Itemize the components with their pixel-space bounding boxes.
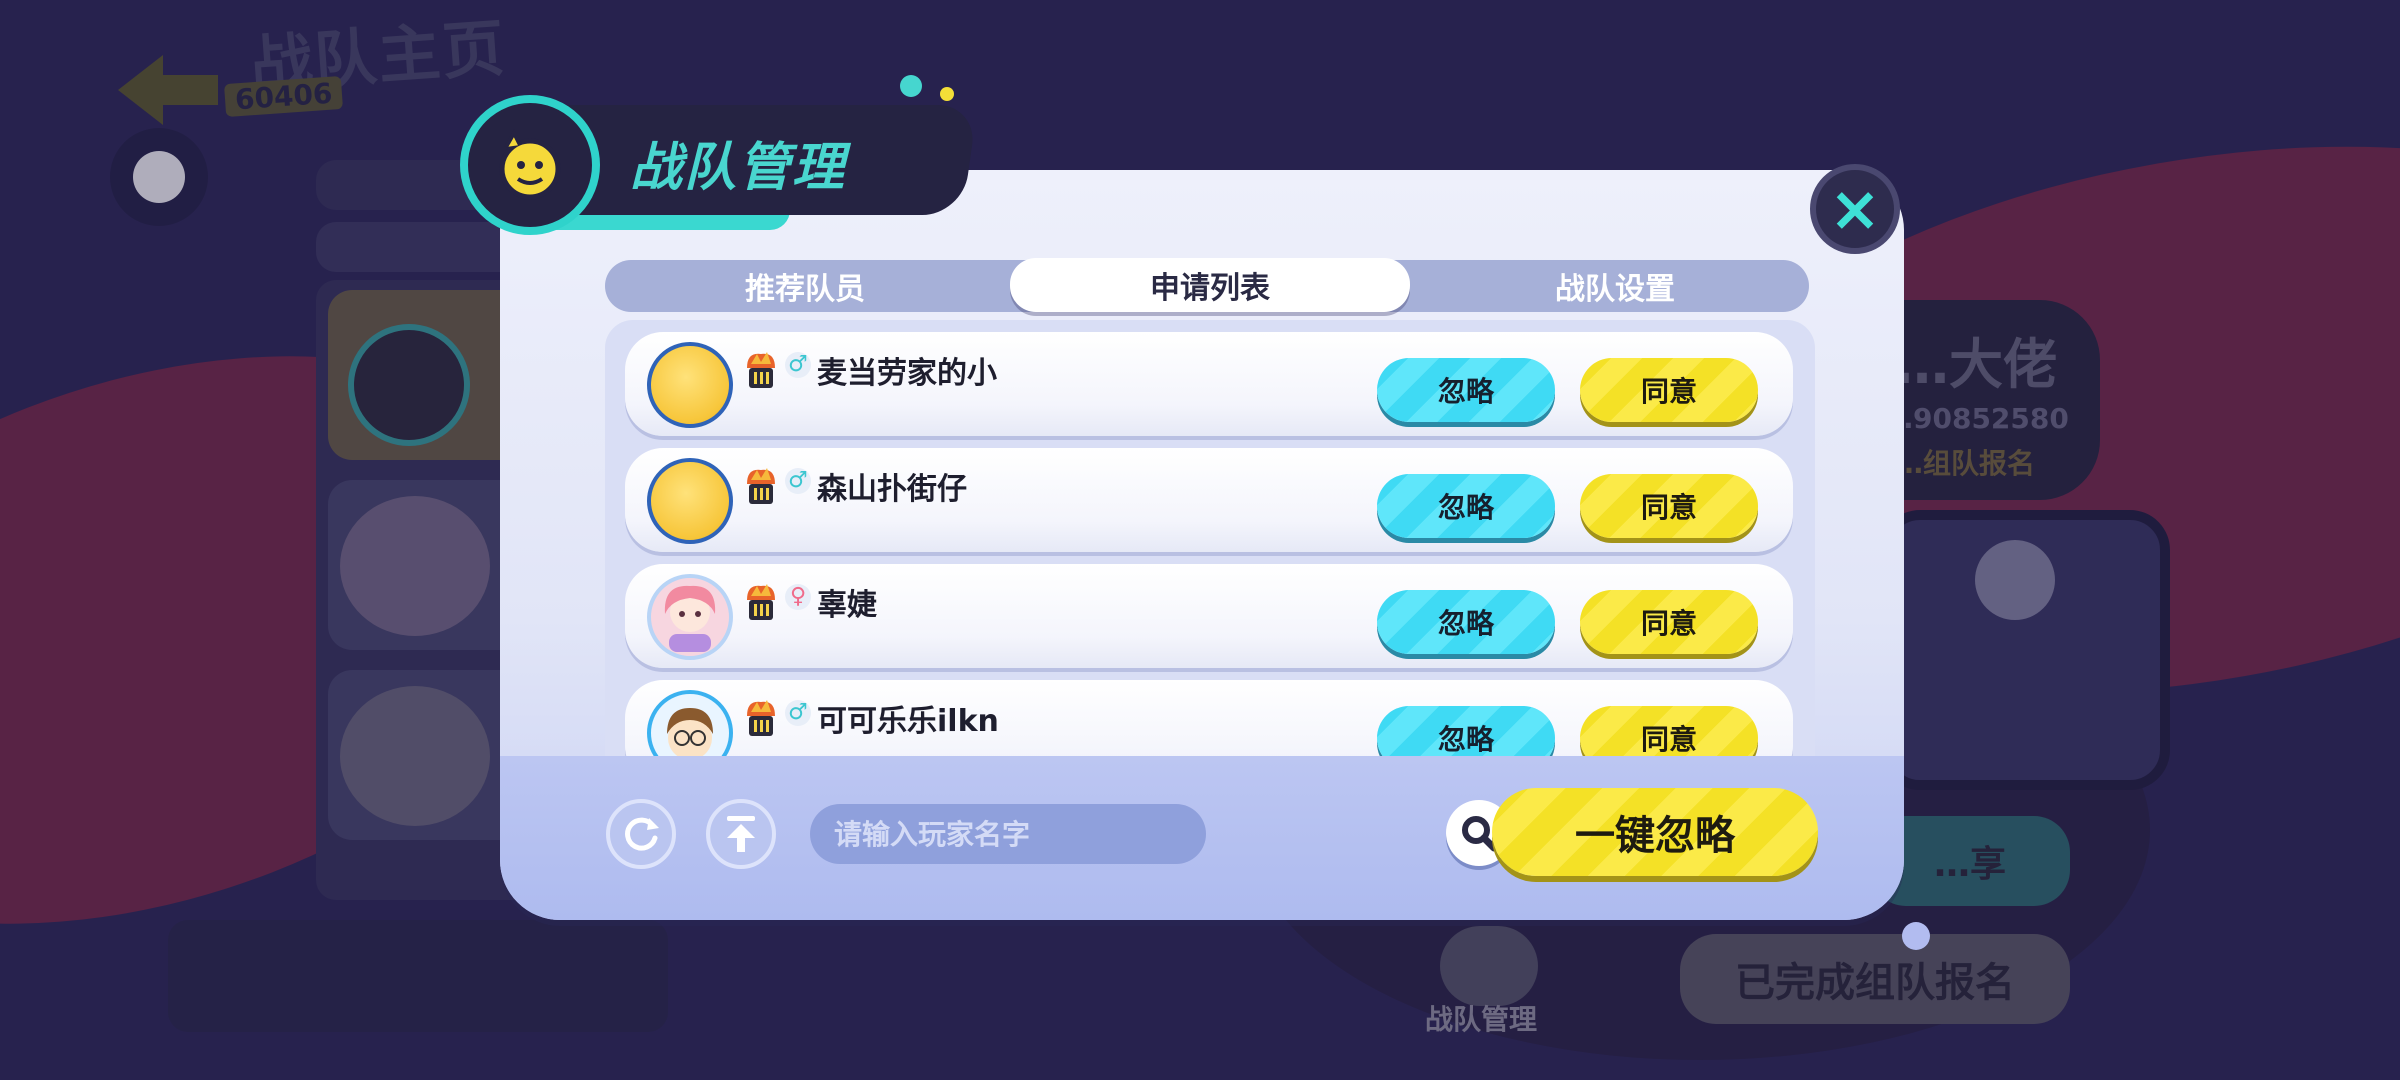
applicant-row: ♂ 可可乐乐ilkn 忽略 同意 [625,680,1793,756]
ignore-button[interactable]: 忽略 [1377,474,1555,538]
scroll-top-button[interactable] [706,799,776,869]
applicant-name: 可可乐乐ilkn [817,704,999,739]
header-dot-cyan [900,75,922,97]
player-search-input[interactable] [810,804,1140,864]
header-dot-yellow [940,87,954,101]
close-button[interactable]: × [1810,164,1900,254]
avatar[interactable] [647,574,733,660]
dialog-title: 战队管理 [630,138,847,198]
refresh-button[interactable] [606,799,676,869]
close-icon: × [1829,172,1881,245]
female-icon: ♀ [785,584,811,610]
avatar[interactable] [647,342,733,428]
ignore-button[interactable]: 忽略 [1377,358,1555,422]
rank-badge-icon [747,700,775,736]
team-management-dialog: 战队管理 × 推荐队员 申请列表 战队设置 ♂ 麦当劳家的小 忽略 同意 ♂ 森… [460,75,1930,950]
rank-badge-icon [747,352,775,388]
tab-recommended[interactable]: 推荐队员 [605,260,1005,312]
ignore-button[interactable]: 忽略 [1377,706,1555,756]
male-icon: ♂ [785,468,811,494]
agree-button[interactable]: 同意 [1580,590,1758,654]
male-icon: ♂ [785,352,811,378]
scroll-top-icon [727,816,755,852]
agree-button[interactable]: 同意 [1580,706,1758,756]
applicant-row: ♂ 森山扑街仔 忽略 同意 [625,448,1793,552]
avatar[interactable] [647,690,733,756]
team-emblem-icon [460,95,600,235]
applicant-name: 麦当劳家的小 [817,356,997,391]
tab-team-settings[interactable]: 战队设置 [1415,260,1815,312]
applicant-row: ♂ 麦当劳家的小 忽略 同意 [625,332,1793,436]
applicant-name: 辜婕 [817,588,877,623]
refresh-icon [625,817,659,851]
applicant-row: ♀ 辜婕 忽略 同意 [625,564,1793,668]
applicant-name: 森山扑街仔 [817,472,967,507]
dialog-tail-dot [1902,922,1930,950]
ignore-all-button[interactable]: 一键忽略 [1492,788,1818,876]
agree-button[interactable]: 同意 [1580,358,1758,422]
search-box [810,800,1512,866]
tab-bar: 推荐队员 申请列表 战队设置 [605,258,1809,312]
agree-button[interactable]: 同意 [1580,474,1758,538]
tab-applications[interactable]: 申请列表 [1010,258,1410,312]
avatar[interactable] [647,458,733,544]
applicant-list[interactable]: ♂ 麦当劳家的小 忽略 同意 ♂ 森山扑街仔 忽略 同意 ♀ 辜婕 忽略 同意 … [605,320,1815,756]
rank-badge-icon [747,468,775,504]
rank-badge-icon [747,584,775,620]
ignore-button[interactable]: 忽略 [1377,590,1555,654]
dialog-header: 战队管理 [460,75,990,235]
male-icon: ♂ [785,700,811,726]
